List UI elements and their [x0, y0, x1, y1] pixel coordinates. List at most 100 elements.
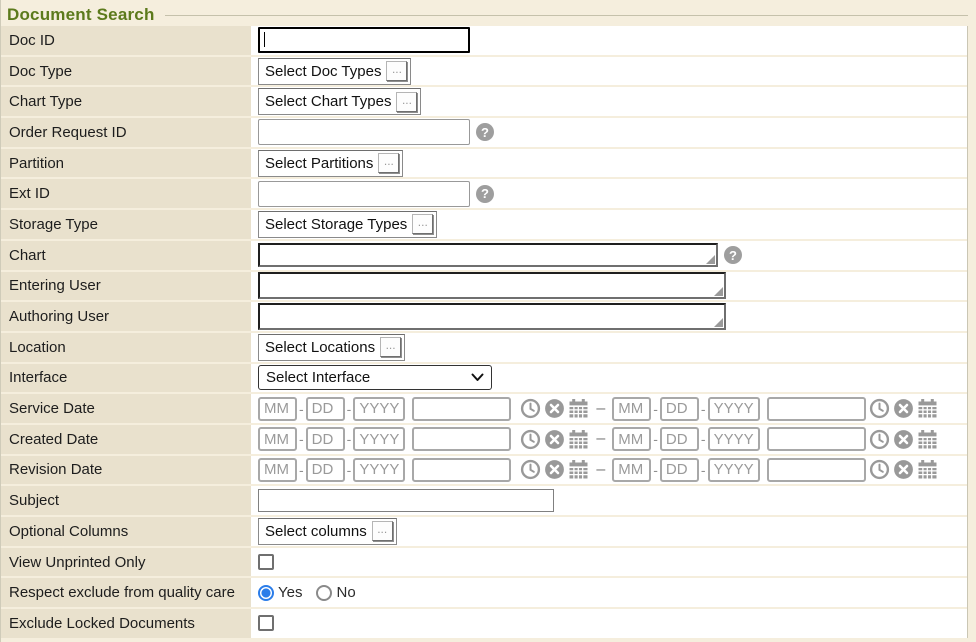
- help-icon[interactable]: ?: [724, 246, 742, 264]
- label-exclude-locked-documents: Exclude Locked Documents: [1, 609, 251, 638]
- created-from-month-input[interactable]: [258, 427, 297, 451]
- label-created-date: Created Date: [1, 425, 251, 454]
- label-ext-id: Ext ID: [1, 179, 251, 208]
- created-to-year-input[interactable]: [708, 427, 760, 451]
- service-from-year-input[interactable]: [353, 397, 405, 421]
- order-request-id-input[interactable]: [258, 119, 470, 145]
- value-chart: ?: [251, 241, 967, 270]
- value-entering-user: [251, 272, 967, 301]
- optional-columns-more-button[interactable]: ...: [372, 521, 393, 541]
- label-authoring-user: Authoring User: [1, 302, 251, 331]
- view-unprinted-only-checkbox[interactable]: [258, 554, 274, 570]
- value-exclude-locked-documents: [251, 609, 967, 638]
- revision-from-month-input[interactable]: [258, 458, 297, 482]
- clock-icon[interactable]: [869, 429, 890, 450]
- quality-care-radio-no[interactable]: [316, 585, 332, 601]
- created-to-time-input[interactable]: [767, 427, 866, 451]
- doc-type-more-button[interactable]: ...: [386, 61, 407, 81]
- partition-picker[interactable]: Select Partitions ...: [258, 150, 403, 177]
- clear-icon[interactable]: [544, 398, 565, 419]
- interface-select-value: Select Interface: [266, 369, 370, 386]
- clock-icon[interactable]: [520, 429, 541, 450]
- service-to-day-input[interactable]: [660, 397, 699, 421]
- storage-type-picker[interactable]: Select Storage Types ...: [258, 211, 437, 238]
- chart-type-more-button[interactable]: ...: [396, 92, 417, 112]
- doc-type-picker[interactable]: Select Doc Types ...: [258, 58, 411, 85]
- ext-id-input[interactable]: [258, 181, 470, 207]
- created-to-month-input[interactable]: [612, 427, 651, 451]
- panel-header: Document Search: [1, 3, 976, 26]
- calendar-icon[interactable]: [917, 398, 938, 419]
- date-separator: -: [347, 401, 352, 417]
- date-separator: -: [347, 462, 352, 478]
- resize-grip-icon[interactable]: [706, 255, 715, 264]
- label-service-date: Service Date: [1, 394, 251, 423]
- revision-to-year-input[interactable]: [708, 458, 760, 482]
- quality-care-radio-no-label: No: [336, 584, 355, 601]
- calendar-icon[interactable]: [917, 429, 938, 450]
- clear-icon[interactable]: [544, 429, 565, 450]
- help-icon[interactable]: ?: [476, 123, 494, 141]
- clear-icon[interactable]: [893, 398, 914, 419]
- resize-grip-icon[interactable]: [714, 287, 723, 296]
- created-from-year-input[interactable]: [353, 427, 405, 451]
- revision-from-day-input[interactable]: [306, 458, 345, 482]
- created-from-time-input[interactable]: [412, 427, 511, 451]
- service-to-time-input[interactable]: [767, 397, 866, 421]
- chart-type-picker[interactable]: Select Chart Types ...: [258, 88, 421, 115]
- service-from-time-input[interactable]: [412, 397, 511, 421]
- location-picker[interactable]: Select Locations ...: [258, 334, 405, 361]
- value-authoring-user: [251, 302, 967, 331]
- quality-care-radio-yes[interactable]: [258, 585, 274, 601]
- created-to-day-input[interactable]: [660, 427, 699, 451]
- revision-to-day-input[interactable]: [660, 458, 699, 482]
- storage-type-more-button[interactable]: ...: [412, 214, 433, 234]
- revision-from-time-input[interactable]: [412, 458, 511, 482]
- help-icon[interactable]: ?: [476, 185, 494, 203]
- service-from-day-input[interactable]: [306, 397, 345, 421]
- clear-icon[interactable]: [544, 459, 565, 480]
- resize-grip-icon[interactable]: [714, 318, 723, 327]
- service-to-year-input[interactable]: [708, 397, 760, 421]
- revision-to-month-input[interactable]: [612, 458, 651, 482]
- label-partition: Partition: [1, 149, 251, 178]
- created-from-day-input[interactable]: [306, 427, 345, 451]
- date-separator: -: [299, 401, 304, 417]
- calendar-icon[interactable]: [917, 459, 938, 480]
- partition-more-button[interactable]: ...: [378, 153, 399, 173]
- chart-textarea[interactable]: [258, 243, 718, 267]
- interface-select[interactable]: Select Interface: [258, 365, 492, 390]
- clock-icon[interactable]: [520, 459, 541, 480]
- clock-icon[interactable]: [869, 459, 890, 480]
- service-from-month-input[interactable]: [258, 397, 297, 421]
- optional-columns-picker[interactable]: Select columns ...: [258, 518, 397, 545]
- location-more-button[interactable]: ...: [380, 337, 401, 357]
- entering-user-textarea[interactable]: [258, 272, 726, 299]
- revision-to-time-input[interactable]: [767, 458, 866, 482]
- value-interface: Select Interface: [251, 364, 967, 393]
- clock-icon[interactable]: [869, 398, 890, 419]
- value-doc-type: Select Doc Types ...: [251, 57, 967, 86]
- doc-id-input[interactable]: [258, 27, 470, 53]
- exclude-locked-documents-checkbox[interactable]: [258, 615, 274, 631]
- chevron-down-icon: [471, 373, 484, 382]
- date-separator: -: [299, 431, 304, 447]
- clock-icon[interactable]: [520, 398, 541, 419]
- clear-icon[interactable]: [893, 459, 914, 480]
- clear-icon[interactable]: [893, 429, 914, 450]
- authoring-user-textarea[interactable]: [258, 303, 726, 330]
- subject-input[interactable]: [258, 489, 554, 512]
- calendar-icon[interactable]: [568, 459, 589, 480]
- storage-type-picker-text: Select Storage Types: [265, 216, 407, 233]
- date-separator: -: [347, 431, 352, 447]
- revision-from-year-input[interactable]: [353, 458, 405, 482]
- revision-date-range: - - – - -: [258, 458, 938, 482]
- label-revision-date: Revision Date: [1, 456, 251, 485]
- date-separator: -: [299, 462, 304, 478]
- service-to-month-input[interactable]: [612, 397, 651, 421]
- calendar-icon[interactable]: [568, 398, 589, 419]
- document-search-panel: Document Search Doc ID Doc Type Select D…: [0, 0, 976, 642]
- value-chart-type: Select Chart Types ...: [251, 87, 967, 116]
- calendar-icon[interactable]: [568, 429, 589, 450]
- date-separator: -: [653, 462, 658, 478]
